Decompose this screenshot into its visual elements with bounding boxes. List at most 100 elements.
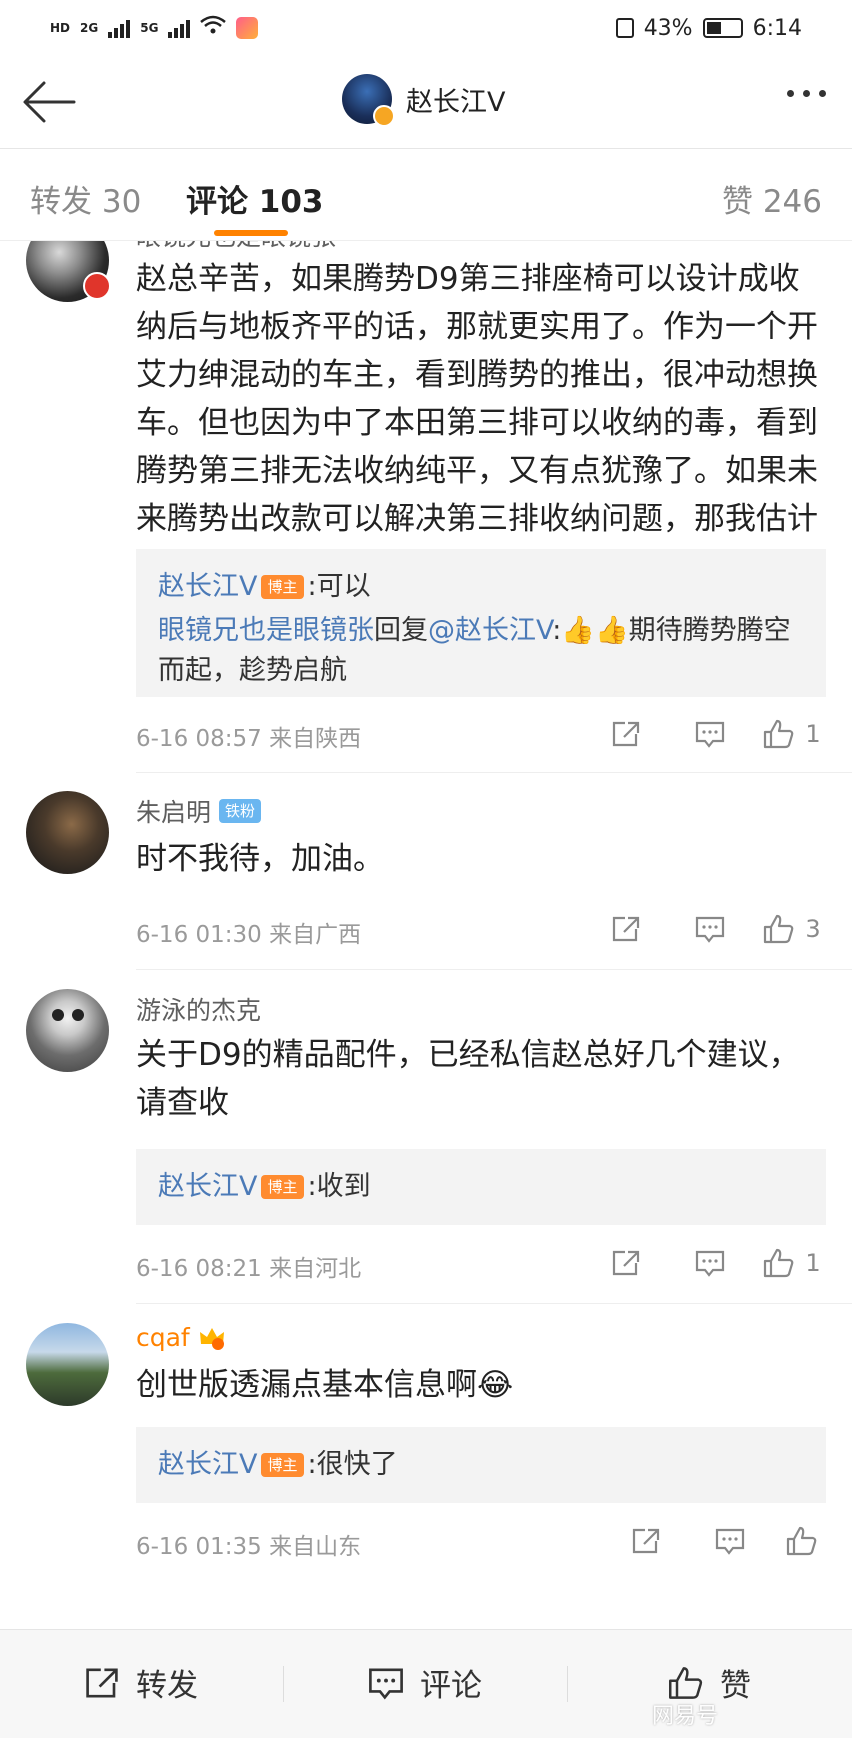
comment-text: 赵总辛苦，如果腾势D9第三排座椅可以设计成收纳后与地板齐平的话，那就更实用了。作… <box>136 261 818 585</box>
network-5g-label: 5G <box>140 21 159 35</box>
avatar-detail <box>72 1009 84 1021</box>
reply-author[interactable]: 赵长江V <box>158 1449 257 1480</box>
like-button[interactable]: 3 <box>752 909 832 949</box>
status-bar: HD 2G 5G 43% 6:14 <box>0 0 852 56</box>
reply-box[interactable]: 赵长江V 博主:可以 眼镜兄也是眼镜张回复@赵长江V:👍👍期待腾势腾空而起，趁势启… <box>136 549 826 697</box>
back-arrow-icon[interactable] <box>22 78 76 126</box>
blogger-badge: 博主 <box>261 575 304 599</box>
watermark: 网易号 <box>652 1704 719 1729</box>
comment-username[interactable]: 游泳的杰克 <box>136 991 261 1027</box>
top-nav: 赵长江V <box>0 56 852 148</box>
reply-line: 眼镜兄也是眼镜张回复@赵长江V:👍👍期待腾势腾空而起，趁势启航 <box>158 611 804 691</box>
thumbs-up-icon <box>786 1526 817 1556</box>
share-icon[interactable] <box>584 1243 668 1283</box>
comment-icon[interactable] <box>668 909 752 949</box>
avatar[interactable] <box>342 74 395 127</box>
comment-meta: 6-16 08:57 来自陕西 <box>136 726 362 752</box>
author-title[interactable]: 赵长江V <box>342 74 506 127</box>
reply-text: :收到 <box>307 1171 371 1202</box>
wifi-icon <box>200 15 227 41</box>
comment-actions: 1 <box>584 714 832 754</box>
avatar[interactable] <box>26 791 109 874</box>
reply-box[interactable]: 赵长江V 博主:很快了 <box>136 1427 826 1503</box>
share-icon[interactable] <box>584 909 668 949</box>
comment-text: 关于D9的精品配件，已经私信赵总好几个建议，请查收 <box>136 1037 800 1121</box>
clock: 6:14 <box>752 15 802 41</box>
comment-text: 时不我待，加油。 <box>136 841 384 877</box>
reply-author[interactable]: 赵长江V <box>158 1171 257 1202</box>
comment-meta: 6-16 01:30 来自广西 <box>136 922 362 948</box>
reply-author[interactable]: 赵长江V <box>158 571 257 602</box>
avatar[interactable] <box>26 241 111 302</box>
header-divider <box>0 148 852 149</box>
comment-username-row: cqaf <box>136 1323 226 1352</box>
comment-icon[interactable] <box>668 1243 752 1283</box>
share-icon[interactable] <box>584 714 668 754</box>
comment-label: 评论 <box>420 1668 482 1704</box>
reply-box[interactable]: 赵长江V 博主:收到 <box>136 1149 826 1225</box>
network-2g-label: 2G <box>80 21 99 35</box>
comment-username[interactable]: cqaf <box>136 1323 190 1352</box>
repost-button[interactable]: 转发 <box>84 1660 198 1705</box>
active-tab-indicator <box>214 230 288 236</box>
reply-text: :很快了 <box>307 1449 398 1480</box>
vip-crown-icon <box>198 1326 226 1350</box>
verified-badge-icon <box>373 105 395 127</box>
reply-author[interactable]: 眼镜兄也是眼镜张 <box>158 615 374 646</box>
divider <box>136 1303 852 1304</box>
divider <box>567 1666 568 1702</box>
tab-comment[interactable]: 评论 103 <box>186 176 324 221</box>
page-title: 赵长江V <box>406 86 506 118</box>
like-count: 1 <box>805 1249 821 1277</box>
repost-label: 转发 <box>136 1668 198 1704</box>
thumbs-up-icon <box>764 914 794 944</box>
thumbs-up-icon <box>764 1248 794 1278</box>
hd-indicator: HD <box>50 21 71 35</box>
comment-icon[interactable] <box>668 714 752 754</box>
like-label: 赞 <box>720 1668 751 1704</box>
avatar[interactable] <box>26 1323 109 1406</box>
tab-repost[interactable]: 转发 30 <box>30 176 141 221</box>
tab-like[interactable]: 赞 246 <box>722 176 822 221</box>
share-icon[interactable] <box>604 1521 688 1561</box>
app-notification-icon <box>236 17 259 39</box>
divider <box>136 772 852 773</box>
comment-meta: 6-16 01:35 来自山东 <box>136 1534 362 1560</box>
nfc-icon <box>615 18 634 38</box>
like-button[interactable]: 1 <box>752 714 832 754</box>
comment-text: 创世版透漏点基本信息啊😂 <box>136 1367 514 1403</box>
reply-text: :可以 <box>307 571 371 602</box>
tab-bar: 转发 30 评论 103 赞 246 <box>0 150 852 240</box>
divider <box>136 969 852 970</box>
comment-meta: 6-16 08:21 来自河北 <box>136 1256 362 1282</box>
avatar-detail <box>52 1009 64 1021</box>
like-count: 3 <box>805 915 821 943</box>
battery-percent: 43% <box>643 15 693 41</box>
comment-username-row: 朱启明 铁粉 <box>136 793 262 829</box>
comment-icon[interactable] <box>688 1521 772 1561</box>
avatar[interactable] <box>26 989 109 1072</box>
bottom-action-bar: 转发 评论 赞 <box>0 1629 852 1738</box>
like-button[interactable]: 1 <box>752 1243 832 1283</box>
more-options-icon[interactable] <box>787 90 826 97</box>
blogger-badge: 博主 <box>261 1453 304 1477</box>
comment-actions: 1 <box>584 1243 832 1283</box>
comment-button[interactable]: 评论 <box>368 1660 482 1705</box>
signal-icon-2 <box>168 18 191 38</box>
fan-badge: 铁粉 <box>219 799 262 823</box>
reply-line: 赵长江V 博主:可以 <box>158 563 804 611</box>
signal-icon <box>108 18 131 38</box>
comment-username[interactable]: 朱启明 <box>136 793 211 829</box>
mention-link[interactable]: @赵长江V <box>428 615 552 646</box>
thumbs-up-icon <box>669 1666 703 1699</box>
comment-icon <box>369 1667 403 1700</box>
reply-label: 回复 <box>374 615 428 646</box>
comment-actions: 3 <box>584 909 832 949</box>
thumbs-up-icon <box>764 719 794 749</box>
member-badge-icon <box>83 272 111 300</box>
battery-icon <box>702 18 743 38</box>
like-count: 1 <box>805 720 821 748</box>
comment-list: 眼镜兄也是眼镜张 赵总辛苦，如果腾势D9第三排座椅可以设计成收纳后与地板齐平的话… <box>0 241 852 1629</box>
like-button[interactable] <box>772 1521 832 1561</box>
comment-username[interactable]: 眼镜兄也是眼镜张 <box>136 241 336 253</box>
